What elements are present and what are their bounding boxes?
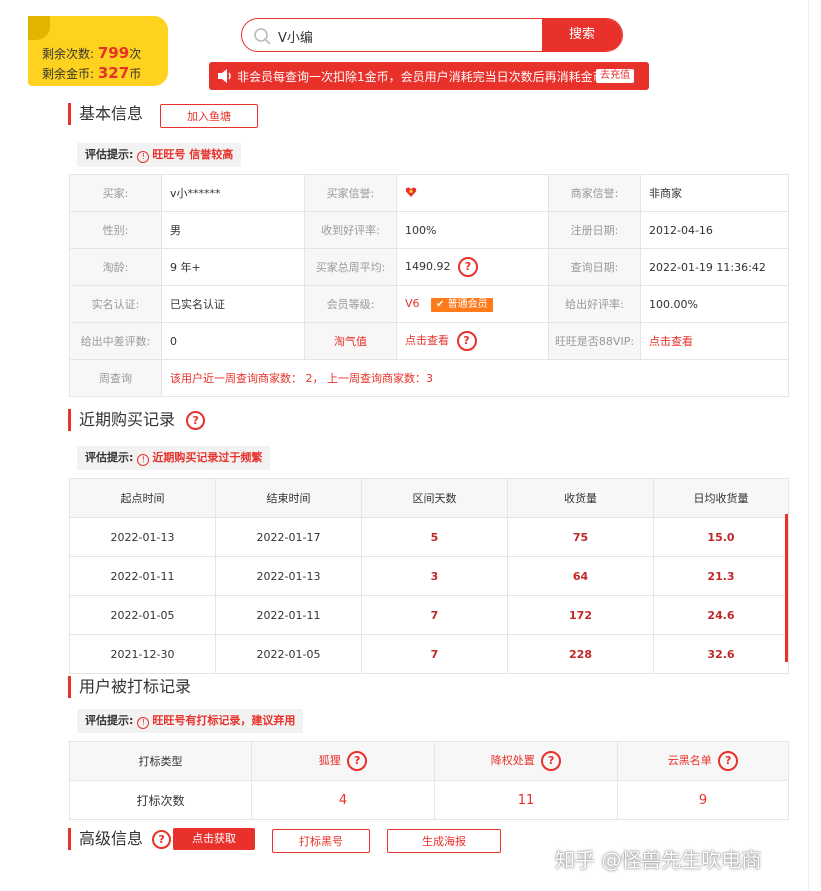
table-header-row: 起点时间 结束时间 区间天数 收货量 日均收货量 (69, 478, 789, 518)
table-row: 周查询 该用户近一周查询商家数： 2， 上一周查询商家数：3 (69, 359, 789, 397)
help-icon[interactable]: ? (458, 257, 478, 277)
table-row: 2022-01-11 2022-01-13 3 64 21.3 (69, 556, 789, 596)
table-row: 买家: v小****** 买家信誉: 商家信誉: 非商家 (69, 174, 789, 212)
view-taoqi-link[interactable]: 点击查看 (405, 334, 449, 347)
warning-icon: ! (137, 454, 150, 466)
remaining-times: 剩余次数: 799次 (42, 44, 142, 62)
table-row: 2021-12-30 2022-01-05 7 228 32.6 (69, 634, 789, 674)
generate-poster-button[interactable]: 生成海报 (387, 829, 501, 853)
watermark: 知乎 @怪兽先生吹电商 (555, 848, 762, 872)
search-button[interactable]: 搜索 (542, 19, 622, 51)
add-fishpond-button[interactable]: 加入鱼塘 (160, 104, 258, 128)
weekly-query-text: 该用户近一周查询商家数： 2， 上一周查询商家数：3 (161, 359, 789, 397)
recharge-button[interactable]: 去充值 (596, 69, 634, 83)
divider (808, 0, 809, 891)
buyer-credit-value (396, 174, 549, 212)
scrollbar[interactable] (785, 514, 788, 662)
table-row: 性别: 男 收到好评率: 100% 注册日期: 2012-04-16 (69, 211, 789, 249)
get-advanced-button[interactable]: 点击获取 (173, 828, 255, 850)
search-input[interactable] (276, 23, 540, 49)
table-row: 2022-01-13 2022-01-17 5 75 15.0 (69, 517, 789, 557)
table-row: 淘龄: 9 年+ 买家总周平均: 1490.92 ? 查询日期: 2022-01… (69, 248, 789, 286)
notice-banner: 非会员每查询一次扣除1金币，会员用户消耗完当日次数后再消耗金币。 去充值 (209, 62, 649, 90)
help-icon[interactable]: ? (541, 751, 562, 771)
table-row: 打标次数 4 11 9 (69, 780, 789, 820)
search-bar: 搜索 (241, 18, 623, 52)
help-icon[interactable]: ? (718, 751, 739, 771)
section-title-purchase: 近期购买记录 ? (68, 409, 206, 431)
member-level-badge: ✔ 普通会员 (431, 297, 493, 312)
notice-text: 非会员每查询一次扣除1金币，会员用户消耗完当日次数后再消耗金币。 (237, 70, 617, 84)
warning-icon: ! (137, 151, 150, 163)
help-icon[interactable]: ? (347, 751, 368, 771)
flags-assessment-tip: 评估提示:! 旺旺号有打标记录，建议弃用 (77, 709, 304, 733)
table-row: 2022-01-05 2022-01-11 7 172 24.6 (69, 595, 789, 635)
basic-info-table: 买家: v小****** 买家信誉: 商家信誉: 非商家 性别: 男 收到好评率… (69, 174, 789, 397)
help-icon[interactable]: ? (152, 830, 172, 849)
remaining-coins: 剩余金币: 327币 (42, 64, 142, 82)
check-icon: ✔ (436, 298, 445, 310)
purchase-assessment-tip: 评估提示:! 近期购买记录过于频繁 (77, 446, 271, 470)
flag-blacklist-button[interactable]: 打标黑号 (272, 829, 370, 853)
table-row: 实名认证: 已实名认证 会员等级: V6 ✔ 普通会员 给出好评率: 100.0… (69, 285, 789, 323)
view-88vip-link[interactable]: 点击查看 (640, 322, 789, 360)
search-icon (254, 28, 271, 45)
section-title-flags: 用户被打标记录 (68, 676, 191, 698)
heart-credit-icon (405, 187, 417, 197)
section-title-advanced: 高级信息 ? (68, 828, 172, 850)
table-header-row: 打标类型 狐狸 ? 降权处置 ? 云黑名单 ? (69, 741, 789, 781)
warning-icon: ! (137, 717, 150, 729)
speaker-icon (218, 69, 231, 83)
flag-table: 打标类型 狐狸 ? 降权处置 ? 云黑名单 ? 打标次数 4 11 9 (69, 741, 789, 820)
purchase-table: 起点时间 结束时间 区间天数 收货量 日均收货量 2022-01-13 2022… (69, 478, 789, 674)
help-icon[interactable]: ? (456, 331, 477, 351)
basic-assessment-tip: 评估提示:! 旺旺号 信誉较高 (77, 143, 242, 167)
help-icon[interactable]: ? (186, 411, 206, 430)
section-title-basic: 基本信息 (68, 103, 143, 125)
quota-badge: 剩余次数: 799次 剩余金币: 327币 (28, 16, 168, 86)
table-row: 给出中差评数: 0 淘气值 点击查看 ? 旺旺是否88VIP: 点击查看 (69, 322, 789, 360)
